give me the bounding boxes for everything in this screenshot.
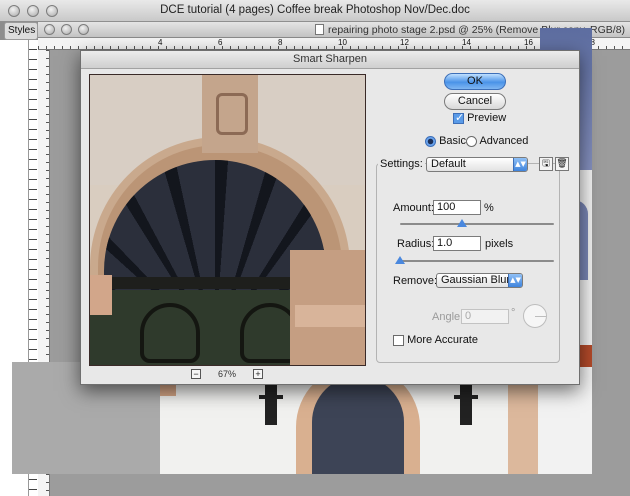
angle-dial [523, 304, 547, 328]
preview-keystone [202, 75, 258, 153]
angle-unit: ° [511, 307, 516, 319]
zoom-level: 67% [217, 369, 236, 379]
ruler-tick: 6 [218, 38, 223, 47]
ruler-tick: 16 [524, 38, 533, 47]
word-window-titlebar: DCE tutorial (4 pages) Coffee break Phot… [0, 0, 630, 22]
word-window-title: DCE tutorial (4 pages) Coffee break Phot… [160, 4, 470, 16]
chevron-down-icon: ▲▼ [513, 158, 527, 171]
preview-image[interactable] [89, 74, 366, 366]
advanced-radio[interactable] [466, 135, 477, 147]
preview-label: Preview [467, 112, 507, 124]
zoom-in-icon[interactable]: + [253, 369, 263, 379]
amount-slider-track[interactable] [400, 223, 554, 225]
advanced-label: Advanced [479, 135, 529, 147]
angle-label: Angle: [432, 311, 464, 323]
ps-zoom-button[interactable] [78, 24, 89, 35]
chevron-down-icon: ▲▼ [508, 274, 522, 287]
doc-icon [315, 24, 324, 35]
amount-unit: % [484, 202, 494, 214]
more-accurate-checkbox[interactable] [393, 334, 404, 346]
canvas-wall-lamp [454, 385, 478, 425]
amount-field[interactable]: 100 [433, 200, 481, 215]
ps-close-button[interactable] [44, 24, 55, 35]
angle-field: 0 [461, 309, 509, 324]
advanced-mode-option[interactable]: Advanced [466, 135, 528, 147]
smart-sharpen-dialog: Smart Sharpen − 67% + OK Cancel Preview … [80, 50, 580, 385]
ps-window-controls [44, 24, 89, 35]
styles-button[interactable]: Styles [4, 22, 38, 40]
radius-slider-track[interactable] [400, 260, 554, 262]
remove-value: Gaussian Blur [441, 274, 511, 286]
amount-slider-thumb[interactable] [456, 219, 467, 227]
more-accurate-label: More Accurate [407, 334, 478, 346]
save-settings-icon[interactable]: 🖫 [539, 157, 553, 171]
ruler-tick: 14 [462, 38, 471, 47]
ok-button[interactable]: OK [444, 73, 506, 90]
settings-label: Settings: [378, 158, 425, 170]
more-accurate-option[interactable]: More Accurate [393, 334, 478, 346]
basic-radio[interactable] [425, 135, 436, 147]
canvas-doorway [312, 376, 404, 474]
delete-settings-icon[interactable]: 🗑 [555, 157, 569, 171]
radius-field[interactable]: 1.0 [433, 236, 481, 251]
dialog-title: Smart Sharpen [81, 51, 579, 69]
ruler-tick: 8 [278, 38, 283, 47]
ruler-tick: 4 [158, 38, 163, 47]
canvas-wall-lamp [259, 385, 283, 425]
ruler-tick: 12 [400, 38, 409, 47]
basic-mode-option[interactable]: Basic [425, 135, 466, 147]
amount-label: Amount: [393, 202, 434, 214]
settings-select[interactable]: Default ▲▼ [426, 157, 528, 172]
settings-value: Default [431, 158, 466, 170]
ps-minimize-button[interactable] [61, 24, 72, 35]
preview-checkbox[interactable] [453, 111, 464, 124]
radius-slider-thumb[interactable] [395, 256, 405, 264]
ruler-tick: 10 [338, 38, 347, 47]
radius-label: Radius: [397, 238, 435, 250]
preview-toggle[interactable]: Preview [453, 111, 507, 124]
radius-unit: pixels [485, 238, 514, 250]
remove-label: Remove: [393, 275, 438, 287]
remove-select[interactable]: Gaussian Blur ▲▼ [436, 273, 523, 288]
basic-label: Basic [439, 135, 466, 147]
zoom-out-icon[interactable]: − [191, 369, 201, 379]
cancel-button[interactable]: Cancel [444, 93, 506, 110]
preview-zoom-controls: − 67% + [191, 369, 263, 379]
